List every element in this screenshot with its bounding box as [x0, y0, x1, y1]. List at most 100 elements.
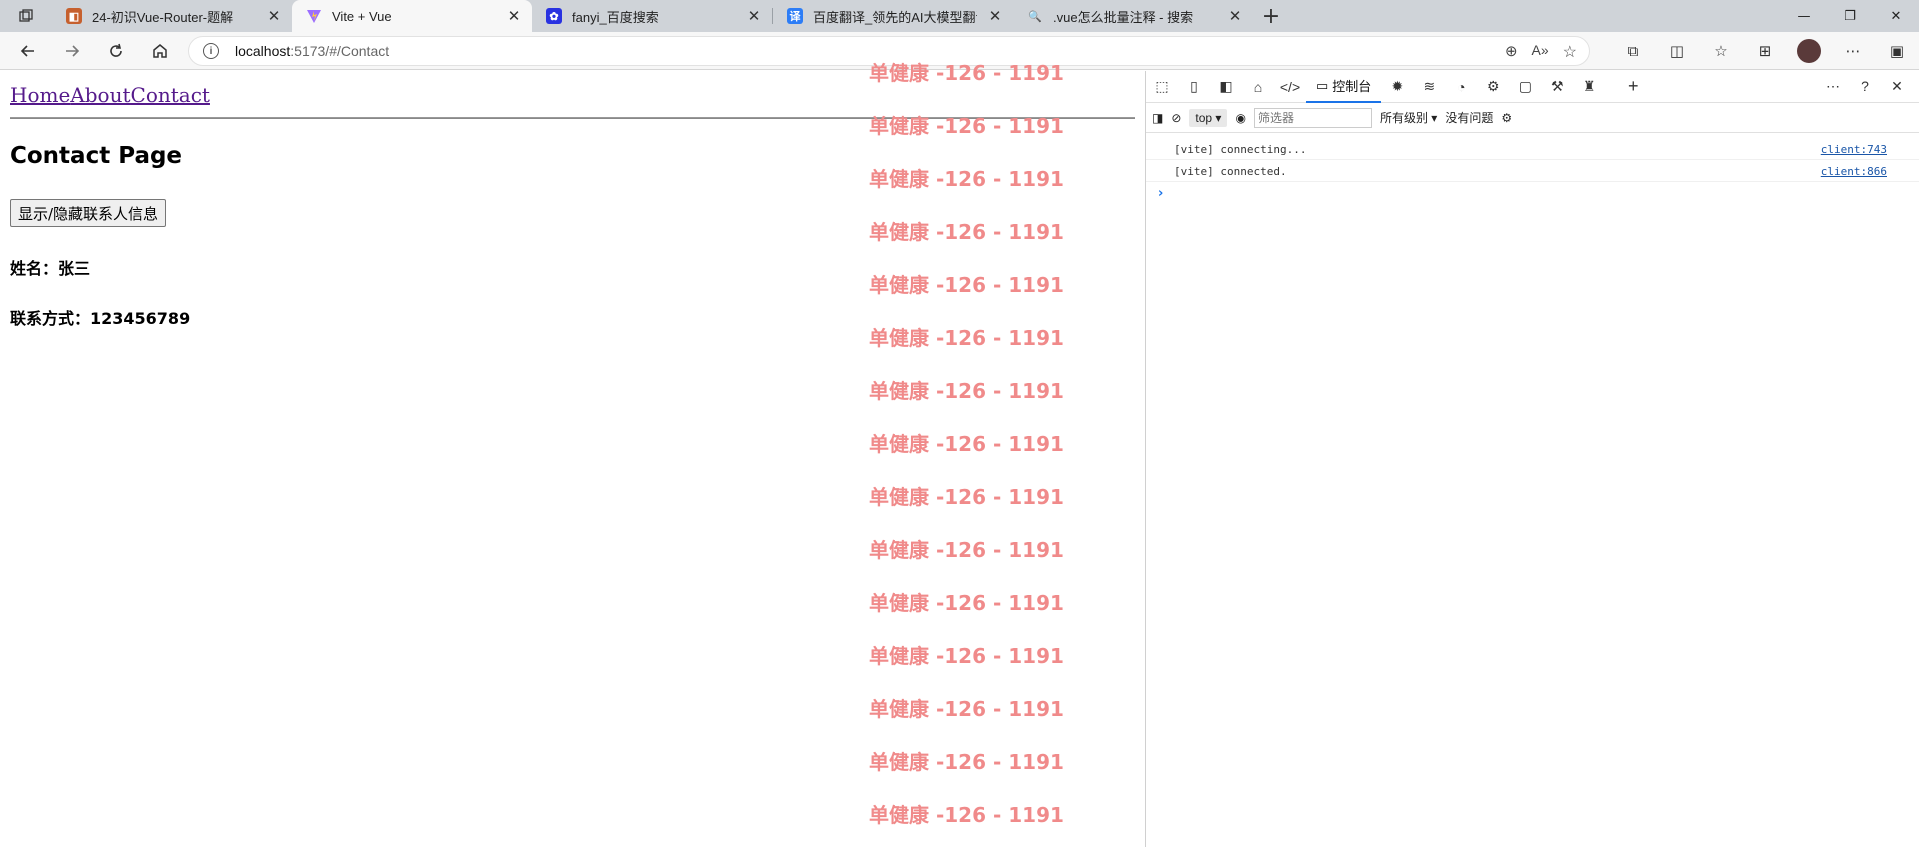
nav-link-contact[interactable]: Contact	[131, 83, 210, 107]
close-icon[interactable]: ✕	[987, 7, 1003, 25]
context-select[interactable]: top ▾	[1189, 108, 1228, 127]
browser-tab-2[interactable]: ✿ fanyi_百度搜索 ✕	[532, 0, 772, 32]
profile-avatar[interactable]	[1787, 32, 1831, 70]
help-icon[interactable]: ?	[1849, 71, 1881, 101]
context-value: top	[1195, 110, 1213, 125]
performance-icon[interactable]: ◔	[1445, 72, 1477, 102]
site-info-icon[interactable]: i	[203, 43, 219, 59]
forward-arrow-icon	[66, 44, 80, 57]
reload-icon	[110, 43, 122, 57]
watermark-text: 单健康 -126 - 1191	[869, 326, 1064, 350]
console-log-source[interactable]: client:866	[1821, 165, 1887, 178]
browser-tab-1[interactable]: Vite + Vue ✕	[292, 0, 532, 32]
watermark-text: 单健康 -126 - 1191	[869, 432, 1064, 456]
sidebar-toggle-icon[interactable]: ◨	[1152, 111, 1163, 125]
read-aloud-icon[interactable]: A»	[1532, 42, 1549, 62]
close-icon[interactable]: ✕	[506, 7, 522, 25]
inspect-element-icon[interactable]: ⬚	[1146, 72, 1178, 102]
tab-console[interactable]: ▭ 控制台	[1306, 71, 1382, 103]
watermark-text: 单健康 -126 - 1191	[869, 273, 1064, 297]
extensions-icon[interactable]: ⧉	[1611, 32, 1655, 70]
watermark-text: 单健康 -126 - 1191	[869, 644, 1064, 668]
tab-actions-button[interactable]	[0, 0, 52, 32]
baidu-translate-icon: 译	[787, 8, 803, 24]
favorites-icon[interactable]: ☆	[1699, 32, 1743, 70]
new-tab-button[interactable]: +	[1253, 0, 1289, 32]
reload-button[interactable]	[94, 32, 138, 70]
watermark-text: 单健康 -126 - 1191	[869, 591, 1064, 615]
nav-link-about[interactable]: About	[70, 83, 130, 107]
watermark-text: 单健康 -126 - 1191	[869, 220, 1064, 244]
url-path: :5173/#/Contact	[290, 43, 390, 59]
nav-link-home[interactable]: Home	[10, 83, 70, 107]
more-tools-icon[interactable]: ⋯	[1817, 71, 1849, 101]
console-log-source[interactable]: client:743	[1821, 143, 1887, 156]
browser-tab-4[interactable]: 🔍 .vue怎么批量注释 - 搜索 ✕	[1013, 0, 1253, 32]
sidebar-toggle-icon[interactable]: ▣	[1875, 32, 1919, 70]
back-arrow-icon	[20, 44, 34, 57]
console-settings-gear-icon[interactable]: ⚙	[1501, 111, 1512, 125]
application-icon[interactable]: ▢	[1509, 72, 1541, 102]
close-icon[interactable]: ✕	[746, 7, 762, 25]
console-divider	[1146, 159, 1919, 160]
back-button[interactable]	[6, 32, 50, 70]
console-icon: ▭	[1316, 77, 1329, 93]
issues-label[interactable]: 没有问题	[1445, 109, 1493, 126]
watermark-text: 单健康 -126 - 1191	[869, 167, 1064, 191]
network-wifi-icon[interactable]: ≋	[1413, 72, 1445, 102]
toggle-contact-button[interactable]: 显示/隐藏联系人信息	[10, 199, 167, 227]
watermark-text: 单健康 -126 - 1191	[869, 61, 1064, 85]
watermark-text: 单健康 -126 - 1191	[869, 114, 1064, 138]
home-button[interactable]	[138, 32, 182, 70]
more-menu-icon[interactable]: ⋯	[1831, 32, 1875, 70]
bing-search-icon: 🔍	[1028, 10, 1042, 23]
devtools-toolbar: ⬚ ▯ ◧ ⌂ </> ▭ 控制台 ✹ ≋ ◔ ⚙ ▢ ⚒ ♜ + ⋯ ? ✕	[1146, 71, 1919, 103]
watermark-text: 单健康 -126 - 1191	[869, 485, 1064, 509]
devtools-panel: ⬚ ▯ ◧ ⌂ </> ▭ 控制台 ✹ ≋ ◔ ⚙ ▢ ⚒ ♜ + ⋯ ? ✕ …	[1145, 71, 1919, 847]
elements-tab-icon[interactable]: </>	[1274, 72, 1306, 102]
minimize-button[interactable]: —	[1781, 0, 1827, 32]
collections-icon[interactable]: ⊞	[1743, 32, 1787, 70]
tools-icon[interactable]: ⚒	[1541, 72, 1573, 102]
close-icon[interactable]: ✕	[1227, 7, 1243, 25]
zoom-icon[interactable]: ⊕	[1505, 42, 1518, 62]
console-filter-input[interactable]	[1253, 107, 1372, 128]
dock-side-icon[interactable]: ◧	[1210, 72, 1242, 102]
watermark-text: 单健康 -126 - 1191	[869, 379, 1064, 403]
home-icon	[153, 43, 167, 58]
page-icon: ◧	[66, 8, 82, 24]
restore-button[interactable]: ❐	[1827, 0, 1873, 32]
browser-tab-3[interactable]: 译 百度翻译_领先的AI大模型翻译_文 ✕	[773, 0, 1013, 32]
contact-phone: 联系方式：123456789	[10, 309, 191, 328]
page-title: Contact Page	[10, 143, 183, 169]
console-filter-bar: ◨ ⊘ top ▾ ◉ 所有级别 ▾ 没有问题 ⚙	[1146, 103, 1919, 133]
page-content: HomeAboutContact Contact Page 显示/隐藏联系人信息…	[0, 61, 1145, 847]
browser-tab-0[interactable]: ◧ 24-初识Vue-Router-题解 ✕	[52, 0, 292, 32]
settings-gear-icon[interactable]: ⚙	[1477, 72, 1509, 102]
tab-bar: ◧ 24-初识Vue-Router-题解 ✕ Vite + Vue ✕ ✿ fa…	[0, 0, 1919, 32]
tab-title: fanyi_百度搜索	[572, 9, 659, 25]
close-icon[interactable]: ✕	[266, 7, 282, 25]
tab-title: .vue怎么批量注释 - 搜索	[1053, 9, 1194, 25]
device-emulation-icon[interactable]: ▯	[1178, 72, 1210, 102]
console-log-line: [vite] connecting...	[1174, 143, 1307, 156]
console-log-line: [vite] connected.	[1174, 165, 1287, 178]
console-prompt-chevron-icon[interactable]: ›	[1158, 186, 1163, 201]
forward-button[interactable]	[50, 32, 94, 70]
url-host: localhost	[235, 43, 291, 59]
watermark-text: 单健康 -126 - 1191	[869, 803, 1064, 827]
live-expression-eye-icon[interactable]: ◉	[1235, 111, 1245, 125]
add-tool-icon[interactable]: +	[1617, 72, 1649, 102]
contact-name: 姓名：张三	[10, 259, 91, 278]
split-screen-icon[interactable]: ◫	[1655, 32, 1699, 70]
workspaces-icon	[19, 9, 33, 22]
console-divider	[1146, 181, 1919, 182]
close-devtools-icon[interactable]: ✕	[1881, 71, 1913, 101]
welcome-home-icon[interactable]: ⌂	[1242, 72, 1274, 102]
favorite-star-icon[interactable]: ☆	[1563, 42, 1577, 62]
security-icon[interactable]: ♜	[1573, 72, 1605, 102]
close-window-button[interactable]: ✕	[1873, 0, 1919, 32]
clear-console-icon[interactable]: ⊘	[1171, 111, 1181, 125]
sources-bug-icon[interactable]: ✹	[1381, 72, 1413, 102]
log-levels-dropdown[interactable]: 所有级别 ▾	[1380, 109, 1437, 126]
